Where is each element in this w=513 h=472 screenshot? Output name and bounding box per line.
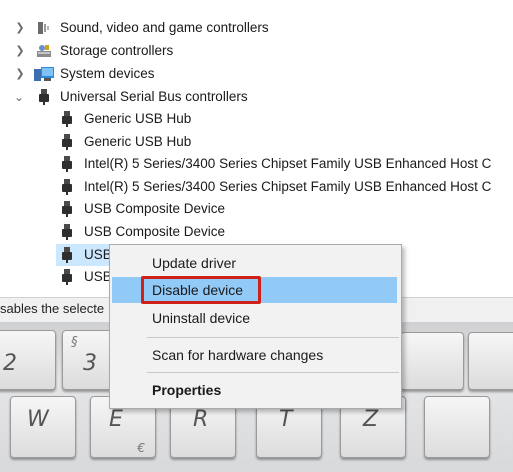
chevron-down-icon[interactable]: ⌄	[13, 86, 25, 108]
context-menu: Update driver Disable device Uninstall d…	[109, 244, 402, 409]
menu-item-update-driver[interactable]: Update driver	[112, 250, 397, 276]
device-label: USB	[84, 247, 112, 262]
chevron-right-icon[interactable]: ❯	[14, 40, 26, 62]
tree-item-usb-device[interactable]: Generic USB Hub	[0, 131, 513, 153]
tree-item-usb-device[interactable]: Intel(R) 5 Series/3400 Series Chipset Fa…	[0, 176, 513, 198]
key-label: T	[279, 407, 293, 432]
menu-item-uninstall-device[interactable]: Uninstall device	[112, 305, 397, 331]
device-label: Generic USB Hub	[84, 134, 192, 149]
menu-item-properties[interactable]: Properties	[112, 377, 397, 403]
usb-icon	[59, 201, 75, 217]
usb-icon	[59, 179, 75, 195]
usb-icon	[59, 224, 75, 240]
device-label: USB Composite Device	[84, 224, 226, 239]
usb-icon	[59, 134, 75, 150]
keyboard-key	[400, 332, 464, 390]
device-label: Generic USB Hub	[84, 111, 192, 126]
keyboard-key	[424, 396, 490, 458]
status-text: sables the selecte	[0, 301, 105, 316]
menu-separator	[147, 372, 399, 373]
key-sublabel: §	[71, 335, 78, 350]
device-label: USB Composite Device	[84, 201, 226, 216]
tree-item-label: Sound, video and game controllers	[60, 20, 269, 35]
key-alt-label: €	[137, 441, 145, 455]
keyboard-key: 2	[0, 330, 56, 390]
tree-item-sound[interactable]: ❯ Sound, video and game controllers	[0, 17, 513, 39]
tree-item-label: System devices	[60, 66, 155, 81]
chevron-right-icon[interactable]: ❯	[14, 63, 26, 85]
tree-item-storage-controllers[interactable]: ❯ Storage controllers	[0, 40, 513, 62]
key-label: 2	[3, 351, 17, 376]
usb-icon	[59, 156, 75, 172]
chevron-right-icon[interactable]: ❯	[14, 17, 26, 39]
tree-item-system-devices[interactable]: ❯ System devices	[0, 63, 513, 85]
key-label: E	[109, 407, 123, 432]
device-label: Intel(R) 5 Series/3400 Series Chipset Fa…	[84, 179, 492, 194]
keyboard-key: W	[10, 396, 76, 458]
key-label: Z	[363, 407, 379, 432]
device-label: Intel(R) 5 Series/3400 Series Chipset Fa…	[84, 156, 492, 171]
tree-item-usb-device[interactable]: Intel(R) 5 Series/3400 Series Chipset Fa…	[0, 153, 513, 175]
usb-icon	[59, 269, 75, 285]
tree-item-usb-device[interactable]: USB Composite Device	[0, 198, 513, 220]
key-label: W	[27, 407, 49, 432]
key-label: R	[193, 407, 209, 432]
usb-icon	[36, 89, 52, 105]
key-label: 3	[83, 351, 97, 376]
tree-item-usb-controllers[interactable]: ⌄ Universal Serial Bus controllers	[0, 86, 513, 108]
menu-separator	[147, 337, 399, 338]
tree-item-usb-device[interactable]: USB Composite Device	[0, 221, 513, 243]
usb-icon	[59, 111, 75, 127]
storage-controller-icon	[36, 43, 52, 59]
menu-item-scan-hardware[interactable]: Scan for hardware changes	[112, 342, 397, 368]
device-label: USB	[84, 269, 112, 284]
system-devices-icon	[34, 66, 54, 82]
speaker-icon	[36, 20, 52, 36]
tree-item-label: Universal Serial Bus controllers	[60, 89, 248, 104]
tree-item-label: Storage controllers	[60, 43, 174, 58]
annotation-highlight-box	[141, 276, 261, 304]
usb-icon	[59, 247, 75, 263]
keyboard-key	[468, 332, 513, 390]
tree-item-usb-device[interactable]: Generic USB Hub	[0, 108, 513, 130]
